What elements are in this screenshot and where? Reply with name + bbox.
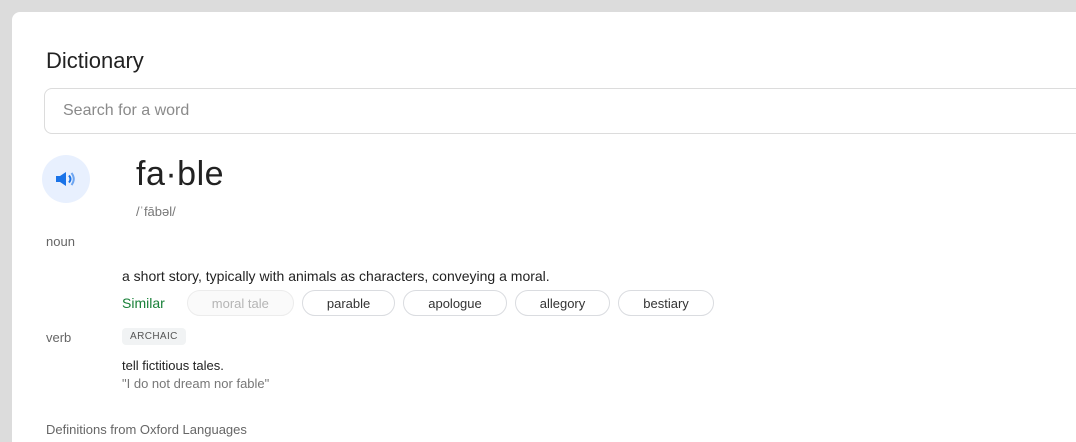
definition-verb: tell fictitious tales. [122, 358, 224, 373]
dictionary-card: Dictionary fa·ble /ˈfābəl/ noun a short … [12, 12, 1076, 442]
similar-chip[interactable]: allegory [514, 290, 611, 316]
search-input[interactable] [45, 89, 1076, 133]
search-box[interactable] [44, 88, 1076, 134]
similar-words: Similar moral tale parable apologue alle… [122, 290, 714, 316]
phonetic: /ˈfābəl/ [136, 204, 176, 219]
part-of-speech-verb: verb [46, 330, 72, 345]
definition-noun: a short story, typically with animals as… [122, 268, 550, 284]
similar-label: Similar [122, 295, 165, 311]
source-link[interactable]: Definitions from Oxford Languages [46, 422, 247, 437]
similar-chip[interactable]: moral tale [186, 290, 294, 316]
archaic-badge: ARCHAIC [122, 328, 186, 345]
example-sentence: "I do not dream nor fable" [122, 376, 270, 391]
page-title: Dictionary [46, 48, 144, 73]
similar-chip[interactable]: apologue [403, 290, 507, 316]
similar-chip[interactable]: bestiary [618, 290, 714, 316]
headword: fa·ble [136, 155, 225, 193]
pronunciation-button[interactable] [42, 155, 90, 203]
part-of-speech-noun: noun [46, 234, 75, 249]
speaker-icon [56, 172, 75, 186]
similar-chip[interactable]: parable [301, 290, 396, 316]
